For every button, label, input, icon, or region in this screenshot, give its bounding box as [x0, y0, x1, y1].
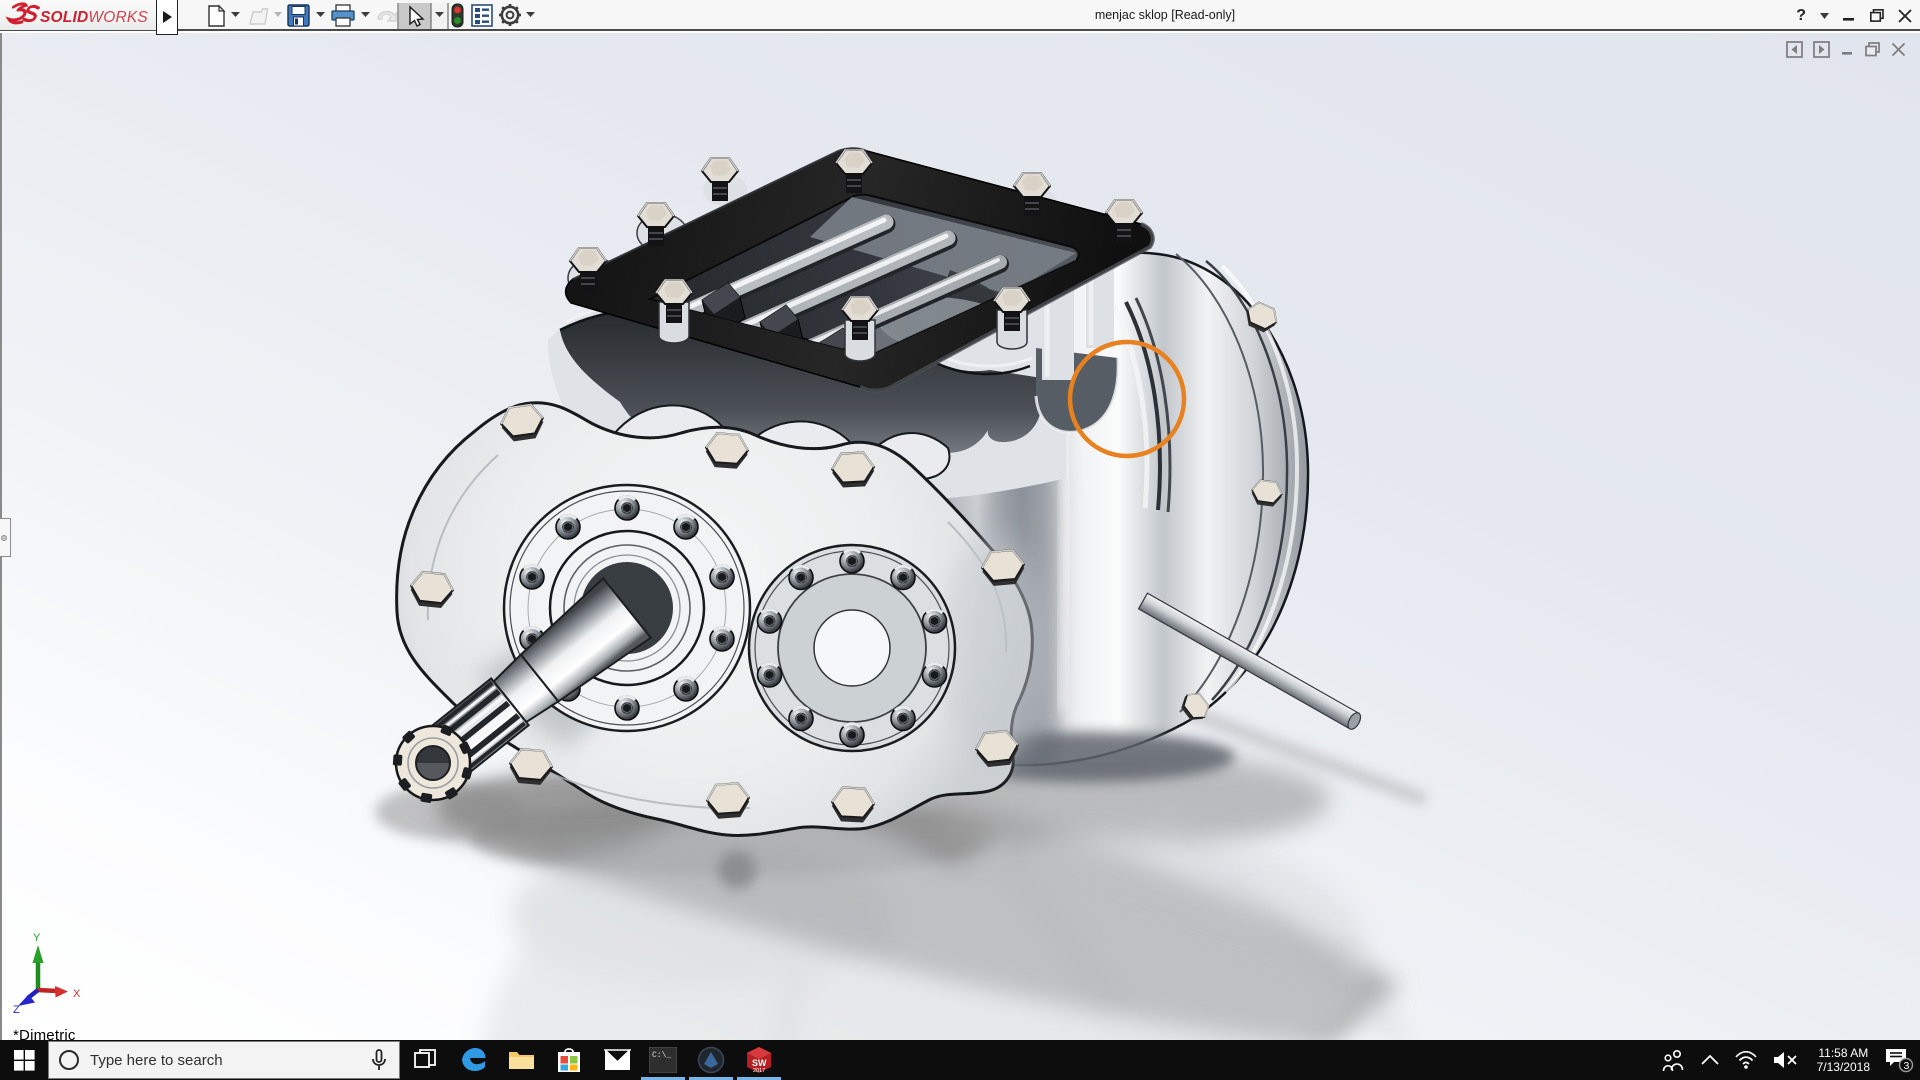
svg-text:X: X	[73, 988, 81, 1000]
svg-text:SOLIDWORKS: SOLIDWORKS	[40, 9, 148, 26]
svg-text:SW: SW	[752, 1058, 767, 1068]
svg-text:3: 3	[1904, 1060, 1910, 1072]
svg-text:C:\_: C:\_	[652, 1051, 671, 1060]
svg-text:2017: 2017	[753, 1068, 765, 1074]
svg-text:Z: Z	[13, 1004, 20, 1016]
svg-text:Y: Y	[33, 932, 41, 944]
